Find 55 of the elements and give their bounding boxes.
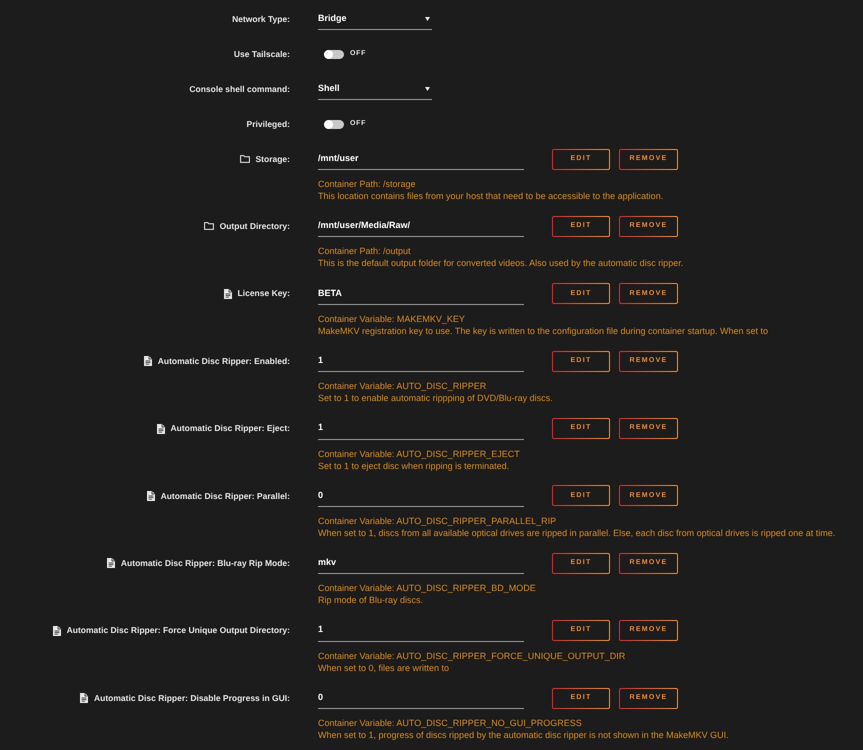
document-icon xyxy=(80,693,88,704)
text-input[interactable]: /mnt/user xyxy=(318,148,524,170)
description-text: When set to 1, progress of discs ripped by the automatic disc ripper is not shown in the MakeMKV GUI. xyxy=(318,729,729,742)
field-label: Automatic Disc Ripper: Disable Progress in GUI: xyxy=(94,692,290,704)
dropdown[interactable]: Bridge xyxy=(318,8,432,30)
text-input[interactable]: mkv xyxy=(318,552,524,574)
container-info-text: Container Variable: AUTO_DISC_RIPPER_NO_GUI_PROGRESS xyxy=(318,717,582,730)
field-label: Storage: xyxy=(256,152,290,166)
field-label: License Key: xyxy=(238,287,290,300)
field-label: Network Type: xyxy=(232,12,290,26)
text-input[interactable]: 0 xyxy=(318,484,524,507)
document-icon xyxy=(144,356,152,366)
field-label: Privileged: xyxy=(246,118,290,130)
container-info-text: Container Variable: AUTO_DISC_RIPPER_FORCE_UNIQUE_OUTPUT_DIR xyxy=(318,650,626,662)
text-input[interactable]: 1 xyxy=(318,418,524,440)
document-icon xyxy=(106,558,115,568)
text-input[interactable]: 0 xyxy=(318,687,524,710)
dropdown[interactable]: Shell xyxy=(318,78,432,100)
field-label: Output Directory: xyxy=(220,220,290,233)
container-info-text: Container Variable: MAKEMKV_KEY xyxy=(318,312,465,325)
document-icon xyxy=(146,490,155,501)
text-input[interactable]: /mnt/user/Media/Raw/ xyxy=(318,215,524,238)
container-info-text: Container Variable: AUTO_DISC_RIPPER_PARALLEL_RIP xyxy=(318,514,556,527)
text-input[interactable]: 1 xyxy=(318,620,524,642)
description-text: This location contains files from your host that need to be accessible to the application. xyxy=(318,190,664,202)
description-text: Set to 1 to eject disc when ripping is terminated. xyxy=(318,460,510,472)
description-text: MakeMKV registration key to use. The key is written to the configuration file during container startup. When set to xyxy=(318,324,768,337)
folder-icon xyxy=(204,222,214,230)
container-info-text: Container Variable: AUTO_DISC_RIPPER xyxy=(318,380,486,392)
caret-icon xyxy=(425,86,430,90)
description-text: Rip mode of Blu-ray discs. xyxy=(318,594,424,606)
description-text: When set to 1, discs from all available optical drives are ripped in parallel. Else, each disc from optical drives is ripped one at time. xyxy=(318,526,836,539)
container-info-text: Container Path: /storage xyxy=(318,178,416,190)
field-label: Automatic Disc Ripper: Parallel: xyxy=(160,490,290,502)
container-info-text: Container Variable: AUTO_DISC_RIPPER_BD_MODE xyxy=(318,582,536,594)
document-icon xyxy=(224,288,232,299)
toggle-switch[interactable] xyxy=(324,50,344,58)
document-icon xyxy=(52,626,61,636)
field-label: Console shell command: xyxy=(189,82,290,96)
container-info-text: Container Variable: AUTO_DISC_RIPPER_EJECT xyxy=(318,448,520,460)
toggle-switch[interactable] xyxy=(324,120,344,128)
description-text: When set to 0, files are written to xyxy=(318,662,450,674)
field-label: Automatic Disc Ripper: Eject: xyxy=(170,422,290,435)
field-label: Automatic Disc Ripper: Blu-ray Rip Mode: xyxy=(120,556,290,570)
text-input[interactable]: 1 xyxy=(318,350,524,372)
description-text: This is the default output folder for converted videos. Also used by the automatic disc ripper. xyxy=(318,257,684,270)
field-label: Automatic Disc Ripper: Enabled: xyxy=(158,354,290,368)
folder-icon xyxy=(240,155,250,163)
document-icon xyxy=(156,424,164,434)
field-label: Use Tailscale: xyxy=(234,48,290,60)
text-input[interactable]: BETA xyxy=(318,282,524,305)
container-info-text: Container Path: /output xyxy=(318,245,411,258)
description-text: Set to 1 to enable automatic rippping of DVD/Blu-ray discs. xyxy=(318,392,553,404)
field-label: Automatic Disc Ripper: Force Unique Output Directory: xyxy=(66,624,290,638)
caret-icon xyxy=(425,16,430,20)
